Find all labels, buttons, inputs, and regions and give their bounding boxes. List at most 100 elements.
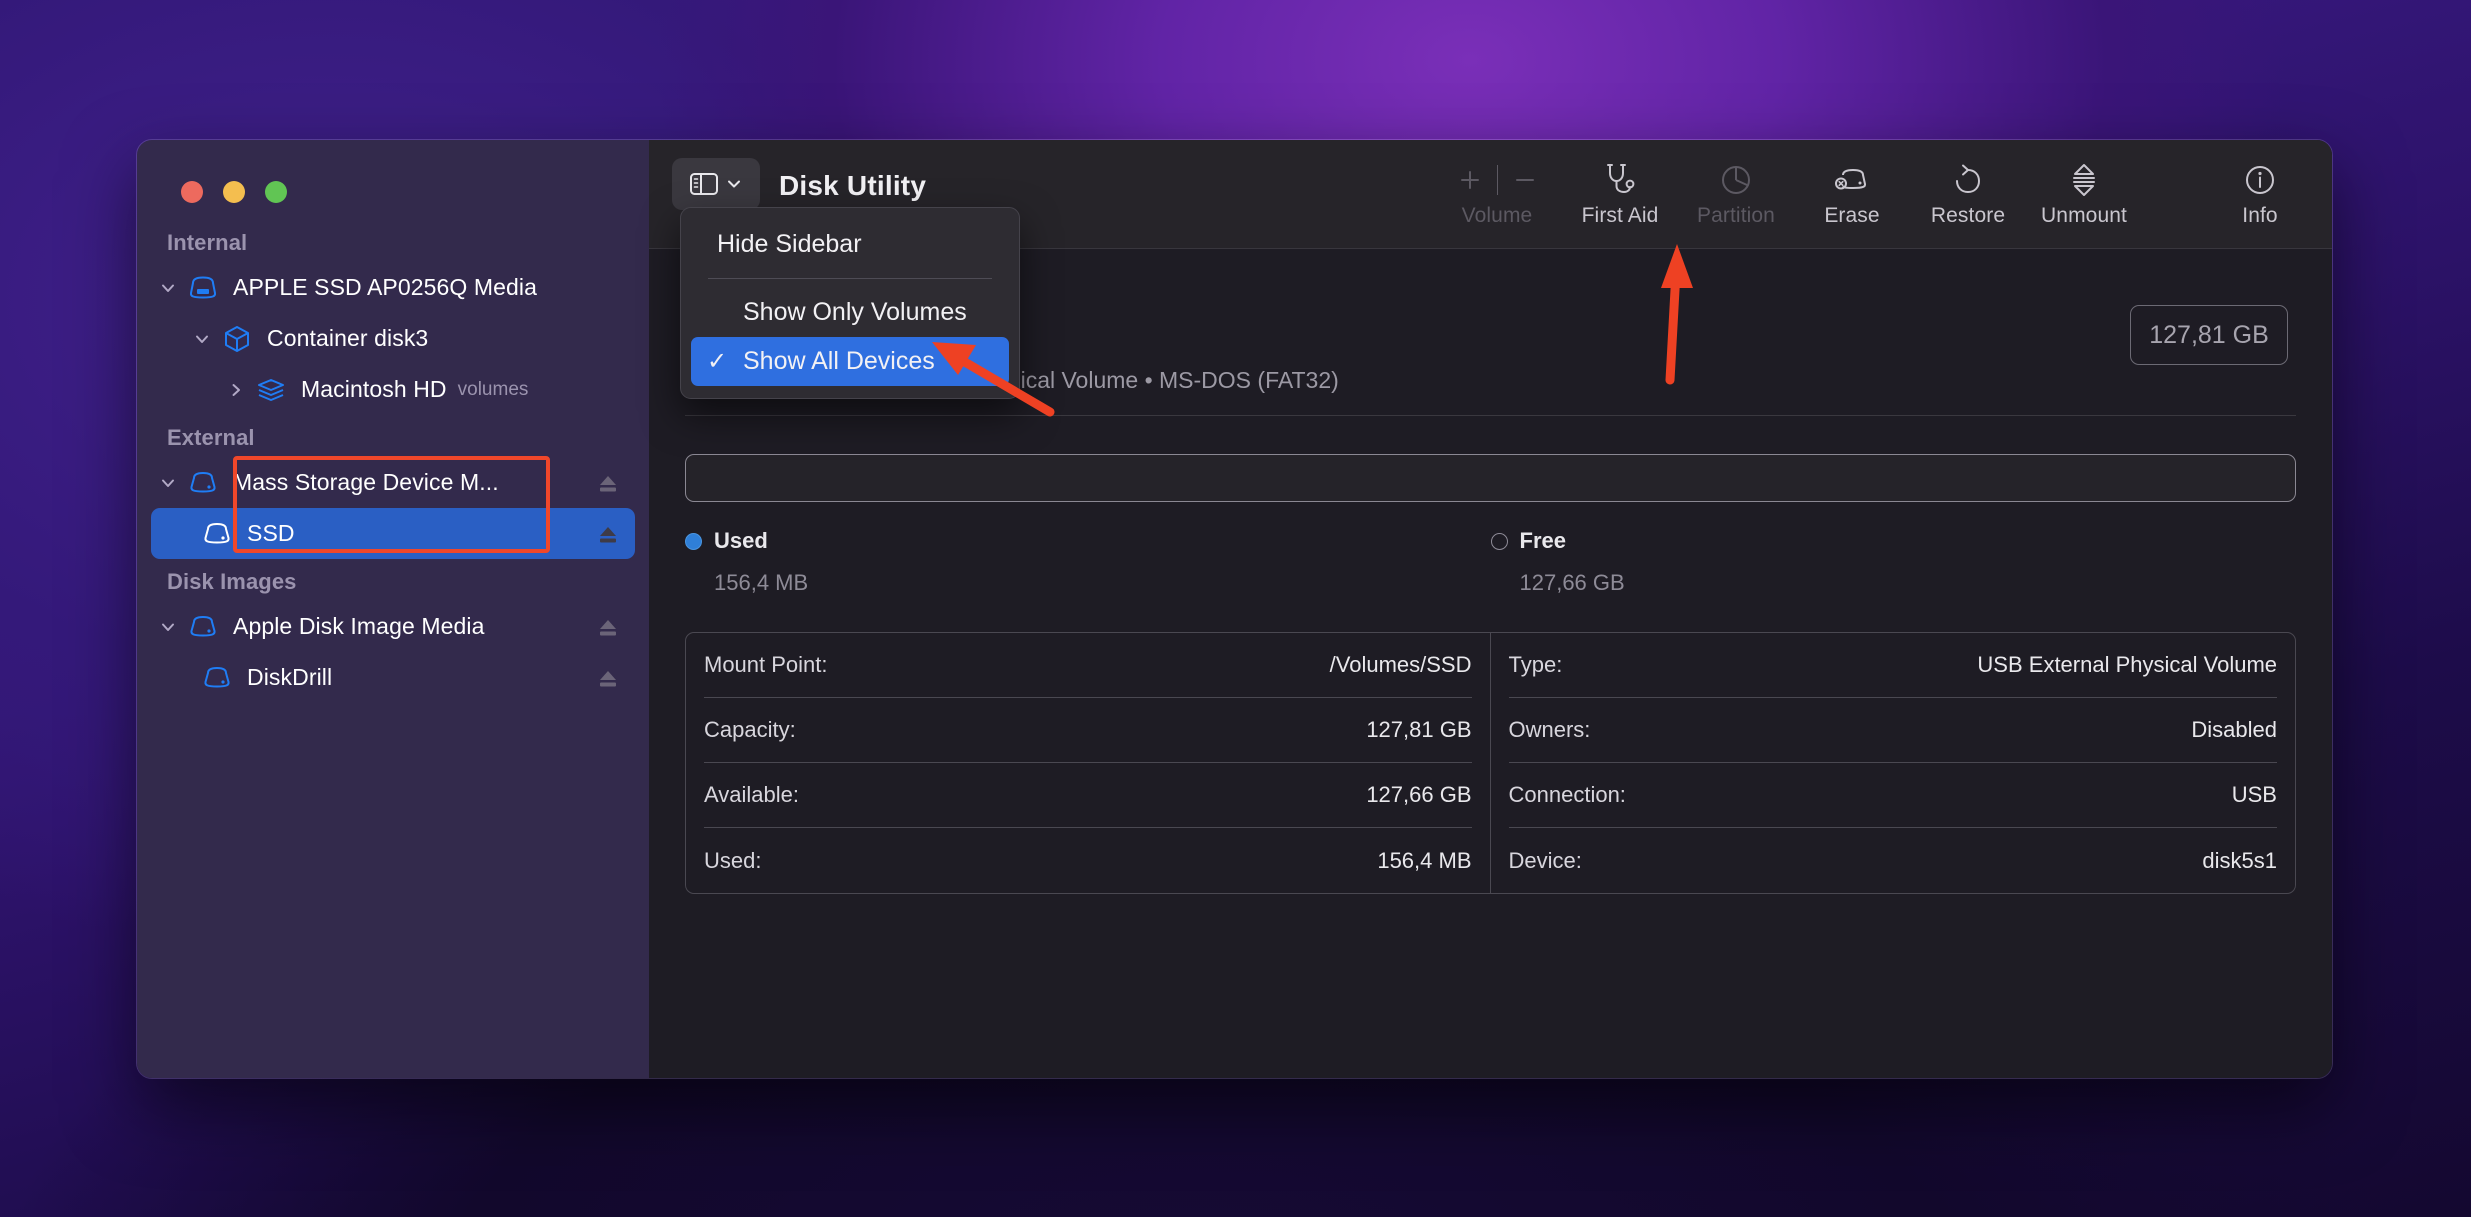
menu-item-show-all-devices[interactable]: ✓ Show All Devices xyxy=(691,337,1009,386)
sidebar-section-header-disk-images: Disk Images xyxy=(167,569,297,594)
sidebar-toggle-button[interactable] xyxy=(672,158,760,210)
legend-value: 127,66 GB xyxy=(1519,570,1625,595)
checkmark-icon: ✓ xyxy=(707,348,728,375)
sidebar-item-apple-disk-image-media[interactable]: Apple Disk Image Media xyxy=(151,601,635,652)
divider xyxy=(685,415,2296,416)
toolbar-actions: Volume First Aid Partition Erase Restore… xyxy=(1432,140,2332,249)
sidebar-view-menu[interactable]: Hide Sidebar Show Only Volumes ✓ Show Al… xyxy=(680,207,1020,399)
volume-button[interactable]: Volume xyxy=(1432,140,1562,228)
container-box-icon xyxy=(219,324,255,354)
plus-minus-icon xyxy=(1457,158,1538,202)
detail-key: Connection: xyxy=(1508,782,1626,807)
sidebar-item-label: Macintosh HD xyxy=(301,376,447,402)
detail-key: Owners: xyxy=(1508,717,1591,742)
legend-label: Free xyxy=(1519,528,1566,553)
free-swatch-icon xyxy=(1490,532,1508,550)
sidebar-item-label: APPLE SSD AP0256Q Media xyxy=(233,274,538,300)
table-row: Type: USB External Physical Volume xyxy=(1508,633,2277,698)
sidebar-item-sublabel: volumes xyxy=(457,378,529,400)
unmount-button[interactable]: Unmount xyxy=(2026,140,2142,228)
detail-key: Available: xyxy=(704,782,799,807)
table-row: Device: disk5s1 xyxy=(1509,828,2278,893)
detail-key: Device: xyxy=(1508,847,1582,873)
toolbar-label: Partition xyxy=(1697,204,1775,227)
menu-item-label: Hide Sidebar xyxy=(717,230,862,258)
sidebar-item-apple-ssd[interactable]: APPLE SSD AP0256Q Media xyxy=(151,262,635,313)
detail-key: Type: xyxy=(1508,652,1563,677)
capacity-legend: Used 156,4 MB Free 127,66 GB xyxy=(685,528,2296,596)
menu-item-hide-sidebar[interactable]: Hide Sidebar xyxy=(691,220,1009,269)
sidebar-list[interactable]: Internal APPLE SSD AP0256Q Media Contain… xyxy=(137,220,649,1078)
detail-value: /Volumes/SSD xyxy=(1329,652,1472,677)
detail-value: Disabled xyxy=(2191,717,2277,742)
external-disk-icon xyxy=(199,522,235,546)
info-circle-icon xyxy=(2244,158,2276,202)
menu-item-show-only-volumes[interactable]: Show Only Volumes xyxy=(691,288,1009,337)
eject-icon[interactable] xyxy=(595,615,621,639)
legend-free: Free 127,66 GB xyxy=(1490,528,2297,596)
sidebar-item-container-disk3[interactable]: Container disk3 xyxy=(151,313,635,364)
erase-button[interactable]: Erase xyxy=(1794,140,1910,228)
legend-value: 156,4 MB xyxy=(714,570,809,595)
legend-used: Used 156,4 MB xyxy=(685,528,1491,596)
info-button[interactable]: Info xyxy=(2202,140,2318,228)
disk-subtitle: USB External Physical Volume • MS-DOS (F… xyxy=(825,367,1339,393)
sidebar-section-header-internal: Internal xyxy=(167,230,248,255)
detail-value: disk5s1 xyxy=(2202,847,2277,873)
detail-value: 127,81 GB xyxy=(1366,717,1472,742)
sidebar-item-label: Container disk3 xyxy=(267,325,429,351)
first-aid-button[interactable]: First Aid xyxy=(1562,140,1678,228)
detail-key: Used: xyxy=(704,847,762,873)
disclosure-down-icon[interactable] xyxy=(151,278,185,298)
eject-icon[interactable] xyxy=(595,471,621,495)
restore-button[interactable]: Restore xyxy=(1910,140,2026,228)
partition-button[interactable]: Partition xyxy=(1678,140,1794,228)
maximize-button[interactable] xyxy=(265,181,287,203)
detail-key: Capacity: xyxy=(704,717,796,742)
table-row: Available: 127,66 GB xyxy=(704,763,1472,828)
sidebar-item-diskdrill[interactable]: DiskDrill xyxy=(151,652,635,703)
sidebar-toggle-icon xyxy=(690,173,718,195)
table-row: Mount Point: /Volumes/SSD xyxy=(704,633,1472,698)
disclosure-down-icon[interactable] xyxy=(151,617,185,637)
detail-value: USB xyxy=(2231,782,2277,807)
detail-value: 156,4 MB xyxy=(1377,847,1472,873)
disk-name: SSD xyxy=(825,323,2296,357)
sidebar-item-label: Apple Disk Image Media xyxy=(233,613,485,639)
legend-label: Used xyxy=(714,528,768,553)
close-button[interactable] xyxy=(181,181,203,203)
sidebar-item-ssd[interactable]: SSD xyxy=(151,508,635,559)
chevron-down-icon xyxy=(728,180,740,188)
external-disk-icon xyxy=(185,471,221,495)
sidebar-section-header-external: External xyxy=(167,425,255,450)
restore-arrow-icon xyxy=(1952,158,1984,202)
disclosure-right-icon[interactable] xyxy=(219,380,253,400)
table-row: Connection: USB xyxy=(1508,763,2277,828)
detail-key: Mount Point: xyxy=(704,652,828,677)
details-table: Mount Point: /Volumes/SSD Capacity: 127,… xyxy=(685,632,2296,894)
toolbar-label: Erase xyxy=(1824,204,1880,227)
toolbar-label: First Aid xyxy=(1581,204,1659,227)
toolbar-label: Restore xyxy=(1930,204,2006,227)
external-disk-icon xyxy=(199,666,235,690)
sidebar-item-macintosh-hd[interactable]: Macintosh HD volumes xyxy=(151,364,635,415)
sidebar-item-label: SSD xyxy=(247,520,295,546)
toolbar-label: Unmount xyxy=(2041,204,2127,227)
eject-icon[interactable] xyxy=(595,522,621,546)
disclosure-down-icon[interactable] xyxy=(185,329,219,349)
details-column-left: Mount Point: /Volumes/SSD Capacity: 127,… xyxy=(686,633,1491,893)
internal-disk-icon xyxy=(185,275,221,301)
sidebar-item-mass-storage-device[interactable]: Mass Storage Device M... xyxy=(151,457,635,508)
eject-icon[interactable] xyxy=(595,666,621,690)
sidebar: Internal APPLE SSD AP0256Q Media Contain… xyxy=(137,140,649,1078)
disclosure-down-icon[interactable] xyxy=(151,473,185,493)
disk-meta: SSD USB External Physical Volume • MS-DO… xyxy=(825,279,2296,394)
toolbar-label: Volume xyxy=(1461,204,1533,227)
menu-item-label: Show All Devices xyxy=(743,347,935,375)
table-row: Capacity: 127,81 GB xyxy=(704,698,1472,763)
menu-separator xyxy=(708,278,992,279)
minimize-button[interactable] xyxy=(223,181,245,203)
disk-utility-window: Internal APPLE SSD AP0256Q Media Contain… xyxy=(136,139,2333,1079)
external-disk-icon xyxy=(185,615,221,639)
capacity-bar-wrapper xyxy=(685,454,2296,502)
